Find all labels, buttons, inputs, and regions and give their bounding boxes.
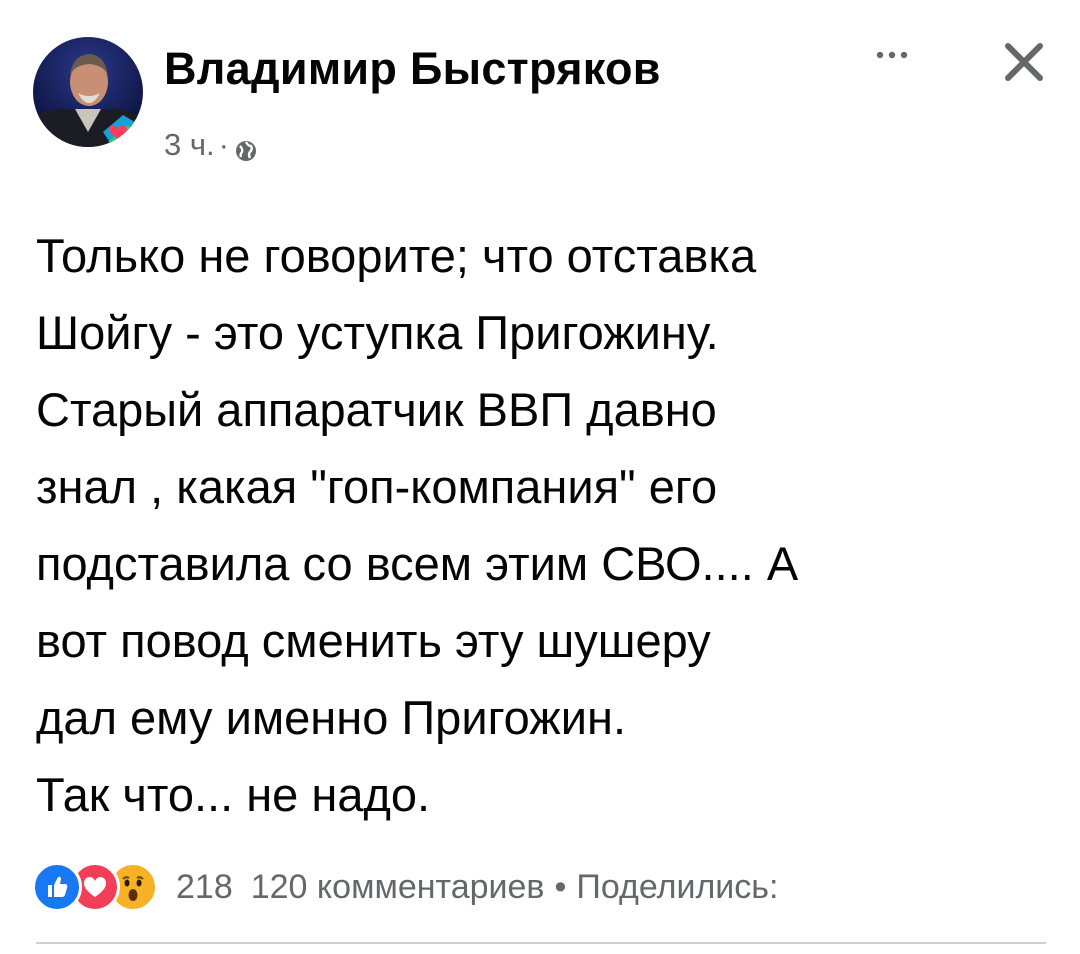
- footer-separator: •: [554, 867, 567, 906]
- close-icon: [1005, 43, 1043, 81]
- meta-separator: ·: [218, 127, 229, 162]
- globe-icon[interactable]: [235, 134, 257, 161]
- divider: [36, 942, 1046, 944]
- comments-link[interactable]: 120 комментариев: [251, 868, 545, 907]
- post-line: знал , какая "гоп-компания" его: [36, 460, 718, 513]
- author-name[interactable]: Владимир Быстряков: [164, 43, 661, 95]
- like-icon: [32, 862, 82, 912]
- post-line: вот повод сменить эту шушеру: [36, 614, 711, 667]
- shares-link[interactable]: Поделились:: [576, 868, 778, 907]
- more-options-button[interactable]: [868, 40, 918, 70]
- avatar-photo: [33, 37, 143, 147]
- close-button[interactable]: [996, 34, 1052, 90]
- post-meta: 3 ч. ·: [164, 127, 257, 163]
- post-line: Шойгу - это уступка Пригожину.: [36, 306, 719, 359]
- post-line: Только не говорите; что отставка: [36, 229, 757, 282]
- post-time[interactable]: 3 ч.: [164, 127, 215, 163]
- reactions-summary[interactable]: [32, 862, 162, 912]
- post-text: Только не говорите; что отставка Шойгу -…: [36, 217, 1066, 833]
- post-line: дал ему именно Пригожин.: [36, 691, 627, 744]
- post-line: подставила со всем этим СВО.... А: [36, 537, 799, 590]
- more-horizontal-icon: [876, 51, 908, 59]
- post-footer: 218 120 комментариев • Поделились:: [32, 862, 1080, 912]
- post-line: Старый аппаратчик ВВП давно: [36, 383, 717, 436]
- author-avatar[interactable]: [33, 37, 143, 147]
- post-line: Так что... не надо.: [36, 768, 431, 821]
- reactions-count[interactable]: 218: [176, 868, 233, 907]
